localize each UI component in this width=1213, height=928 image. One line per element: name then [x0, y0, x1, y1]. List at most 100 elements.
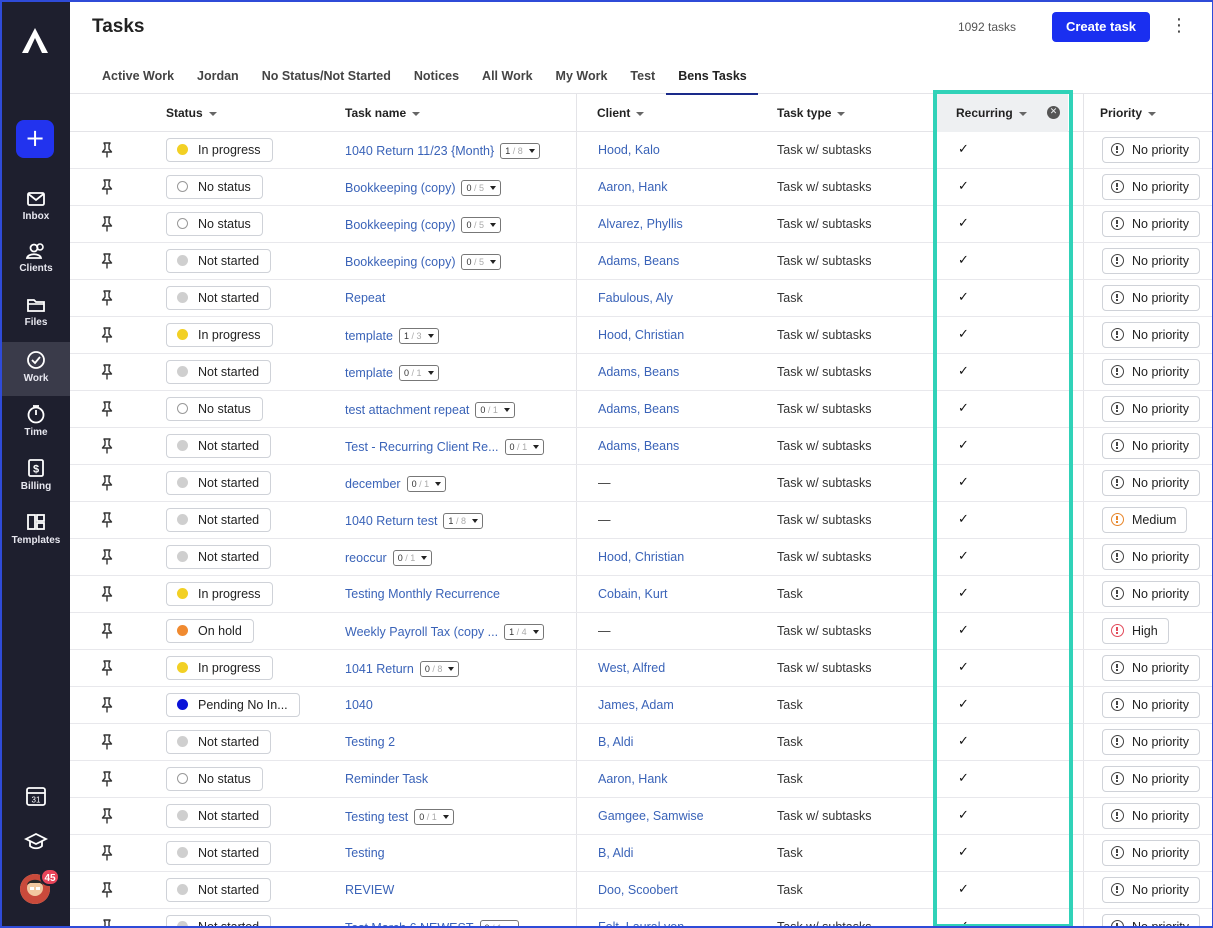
priority-badge[interactable]: No priority: [1102, 248, 1200, 274]
task-name-cell[interactable]: Testing: [345, 846, 385, 860]
table-row[interactable]: No status Bookkeeping (copy) 0 / 5 Alvarez,…: [70, 206, 1212, 243]
sidebar-item-time[interactable]: Time: [2, 396, 70, 450]
sidebar-item-work[interactable]: Work: [2, 342, 70, 396]
pin-icon[interactable]: [100, 475, 114, 491]
priority-badge[interactable]: No priority: [1102, 470, 1200, 496]
priority-badge[interactable]: No priority: [1102, 766, 1200, 792]
table-row[interactable]: Not started Testing 2 B, Aldi Task ✓ No prior…: [70, 724, 1212, 761]
priority-badge[interactable]: No priority: [1102, 137, 1200, 163]
table-row[interactable]: Not started 1040 Return test 1 / 8 — Task w/…: [70, 502, 1212, 539]
client-cell[interactable]: Adams, Beans: [598, 402, 679, 416]
pin-icon[interactable]: [100, 919, 114, 926]
priority-badge[interactable]: No priority: [1102, 729, 1200, 755]
subtask-progress-dropdown[interactable]: 0 / 1: [414, 809, 454, 825]
priority-badge[interactable]: No priority: [1102, 655, 1200, 681]
task-name-cell[interactable]: Testing Monthly Recurrence: [345, 587, 500, 601]
client-cell[interactable]: Doo, Scoobert: [598, 883, 678, 897]
column-header-task-type[interactable]: Task type: [777, 106, 846, 120]
status-badge[interactable]: No status: [166, 212, 263, 236]
tab-no-status-not-started[interactable]: No Status/Not Started: [250, 62, 402, 95]
priority-badge[interactable]: No priority: [1102, 285, 1200, 311]
status-badge[interactable]: No status: [166, 175, 263, 199]
pin-icon[interactable]: [100, 364, 114, 380]
status-badge[interactable]: Not started: [166, 286, 272, 310]
pin-icon[interactable]: [100, 216, 114, 232]
task-name-cell[interactable]: 1041 Return 0 / 8: [345, 661, 460, 677]
client-cell[interactable]: B, Aldi: [598, 846, 633, 860]
tab-test[interactable]: Test: [618, 62, 666, 95]
table-row[interactable]: Not started reoccur 0 / 1 Hood, Christian Ta…: [70, 539, 1212, 576]
client-cell[interactable]: Hood, Christian: [598, 550, 684, 564]
priority-badge[interactable]: Medium: [1102, 507, 1188, 533]
pin-icon[interactable]: [100, 142, 114, 158]
table-row[interactable]: Not started december 0 / 1 — Task w/ subtask…: [70, 465, 1212, 502]
sidebar-item-files[interactable]: Files: [2, 288, 70, 342]
task-name-cell[interactable]: Bookkeeping (copy) 0 / 5: [345, 180, 502, 196]
subtask-progress-dropdown[interactable]: 0 / 5: [461, 254, 502, 270]
subtask-progress-dropdown[interactable]: 1 / 4: [504, 624, 544, 640]
column-header-recurring[interactable]: Recurring ✕: [934, 94, 1068, 132]
subtask-progress-dropdown[interactable]: 0 / 5: [461, 180, 502, 196]
task-name-cell[interactable]: Bookkeeping (copy) 0 / 5: [345, 254, 502, 270]
avatar[interactable]: 45: [20, 868, 60, 904]
pin-icon[interactable]: [100, 586, 114, 602]
task-name-cell[interactable]: december 0 / 1: [345, 476, 447, 492]
tab-notices[interactable]: Notices: [402, 62, 470, 95]
status-badge[interactable]: Not started: [166, 434, 272, 458]
table-row[interactable]: In progress template 1 / 3 Hood, Christian T…: [70, 317, 1212, 354]
priority-badge[interactable]: No priority: [1102, 914, 1200, 926]
priority-badge[interactable]: No priority: [1102, 359, 1200, 385]
task-name-cell[interactable]: 1040 Return test 1 / 8: [345, 513, 483, 529]
subtask-progress-dropdown[interactable]: 0 / 1: [406, 476, 447, 492]
task-name-cell[interactable]: template 1 / 3: [345, 328, 439, 344]
subtask-progress-dropdown[interactable]: 0 / 1: [504, 439, 545, 455]
priority-badge[interactable]: No priority: [1102, 544, 1200, 570]
status-badge[interactable]: In progress: [166, 582, 273, 606]
table-row[interactable]: In progress 1040 Return 11/23 {Month} 1 / …: [70, 132, 1212, 169]
status-badge[interactable]: Not started: [166, 545, 272, 569]
subtask-progress-dropdown[interactable]: 0 / 1: [475, 402, 515, 418]
pin-icon[interactable]: [100, 882, 114, 898]
column-header-priority[interactable]: Priority: [1100, 106, 1157, 120]
table-row[interactable]: No status Reminder Task Aaron, Hank Task ✓ No…: [70, 761, 1212, 798]
client-cell[interactable]: Hood, Christian: [598, 328, 684, 342]
status-badge[interactable]: Not started: [166, 841, 272, 865]
client-cell[interactable]: James, Adam: [598, 698, 674, 712]
status-badge[interactable]: Not started: [166, 249, 272, 273]
task-name-cell[interactable]: Reminder Task: [345, 772, 428, 786]
pin-icon[interactable]: [100, 771, 114, 787]
priority-badge[interactable]: No priority: [1102, 211, 1200, 237]
client-cell[interactable]: Aaron, Hank: [598, 180, 667, 194]
priority-badge[interactable]: No priority: [1102, 322, 1200, 348]
task-name-cell[interactable]: 1040 Return 11/23 {Month} 1 / 8: [345, 143, 540, 159]
table-row[interactable]: Not started Test March 6 NEWEST 0 / 1 Felt,…: [70, 909, 1212, 926]
task-name-cell[interactable]: Test - Recurring Client Re... 0 / 1: [345, 439, 545, 455]
table-row[interactable]: Not started Testing test 0 / 1 Gamgee, Samw…: [70, 798, 1212, 835]
priority-badge[interactable]: No priority: [1102, 433, 1200, 459]
subtask-progress-dropdown[interactable]: 1 / 3: [398, 328, 439, 344]
pin-icon[interactable]: [100, 697, 114, 713]
pin-icon[interactable]: [100, 549, 114, 565]
subtask-progress-dropdown[interactable]: 1 / 8: [500, 143, 540, 159]
task-name-cell[interactable]: test attachment repeat 0 / 1: [345, 402, 515, 418]
add-button[interactable]: +: [16, 120, 54, 158]
client-cell[interactable]: B, Aldi: [598, 735, 633, 749]
status-badge[interactable]: Not started: [166, 804, 272, 828]
table-row[interactable]: Pending No In... 1040 James, Adam Task ✓ No p…: [70, 687, 1212, 724]
client-cell[interactable]: Alvarez, Phyllis: [598, 217, 683, 231]
sidebar-item-clients[interactable]: Clients: [2, 234, 70, 288]
pin-icon[interactable]: [100, 808, 114, 824]
pin-icon[interactable]: [100, 623, 114, 639]
task-name-cell[interactable]: Weekly Payroll Tax (copy ... 1 / 4: [345, 624, 544, 640]
subtask-progress-dropdown[interactable]: 0 / 1: [398, 365, 439, 381]
table-row[interactable]: On hold Weekly Payroll Tax (copy ... 1 / 4…: [70, 613, 1212, 650]
pin-icon[interactable]: [100, 290, 114, 306]
table-row[interactable]: Not started REVIEW Doo, Scoobert Task ✓ No pr…: [70, 872, 1212, 909]
table-row[interactable]: Not started Testing B, Aldi Task ✓ No priorit…: [70, 835, 1212, 872]
table-row[interactable]: No status test attachment repeat 0 / 1 Adam…: [70, 391, 1212, 428]
subtask-progress-dropdown[interactable]: 0 / 8: [419, 661, 460, 677]
table-row[interactable]: Not started template 0 / 1 Adams, Beans Task…: [70, 354, 1212, 391]
tab-active-work[interactable]: Active Work: [90, 62, 185, 95]
subtask-progress-dropdown[interactable]: 0 / 5: [461, 217, 502, 233]
status-badge[interactable]: Not started: [166, 508, 272, 532]
